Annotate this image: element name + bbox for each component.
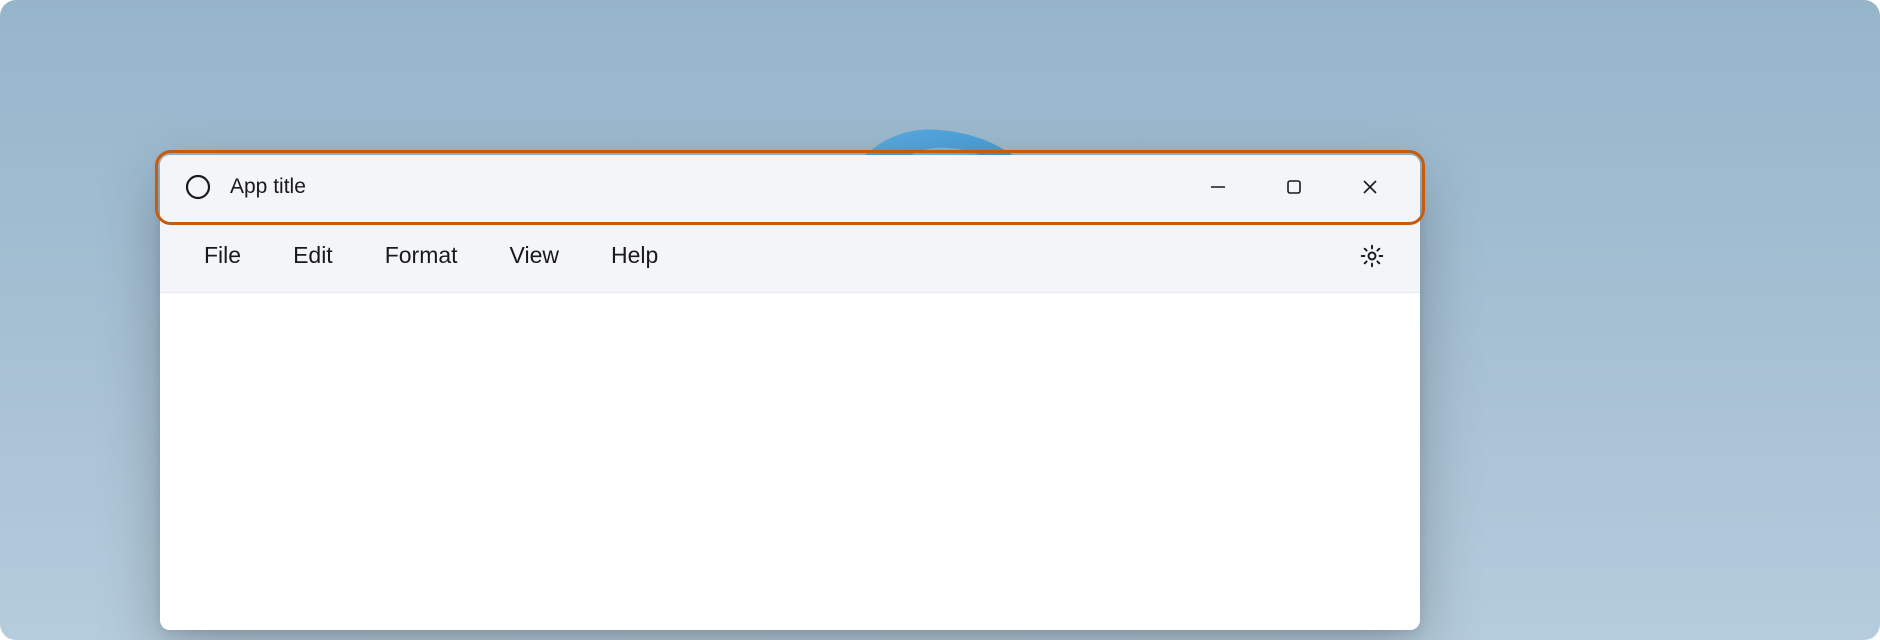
window-controls (1180, 155, 1408, 219)
settings-button[interactable] (1354, 238, 1390, 274)
menu-file[interactable]: File (190, 234, 255, 277)
app-title: App title (230, 175, 1180, 199)
minimize-button[interactable] (1180, 155, 1256, 219)
menubar: File Edit Format View Help (160, 219, 1420, 293)
close-button[interactable] (1332, 155, 1408, 219)
app-icon (184, 173, 212, 201)
menu-format[interactable]: Format (371, 234, 472, 277)
application-window: App title File Edit Format (160, 155, 1420, 630)
content-area (160, 293, 1420, 630)
menu-help[interactable]: Help (597, 234, 672, 277)
gear-icon (1359, 243, 1385, 269)
menu-edit[interactable]: Edit (279, 234, 347, 277)
minimize-icon (1209, 178, 1227, 196)
close-icon (1361, 178, 1379, 196)
titlebar[interactable]: App title (160, 155, 1420, 219)
menu-view[interactable]: View (496, 234, 573, 277)
maximize-button[interactable] (1256, 155, 1332, 219)
maximize-icon (1285, 178, 1303, 196)
